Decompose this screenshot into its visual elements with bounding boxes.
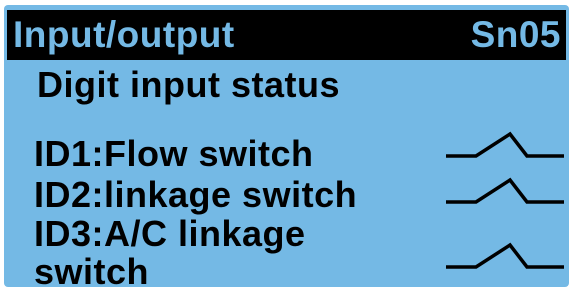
section-title: Digit input status [37,64,340,105]
switch-open-icon [442,240,568,280]
input-label-id3-continued: switch [34,251,150,287]
menu-code: Sn05 [470,14,561,55]
lcd-screen: Input/output Sn05 Digit input status ID1… [4,5,569,287]
header-bar: Input/output Sn05 [7,10,566,60]
switch-open-icon [442,175,568,215]
input-label-id2: ID2:linkage switch [34,174,358,215]
input-label-id1: ID1:Flow switch [34,133,314,174]
switch-open-icon [442,129,568,169]
menu-title: Input/output [13,14,235,55]
